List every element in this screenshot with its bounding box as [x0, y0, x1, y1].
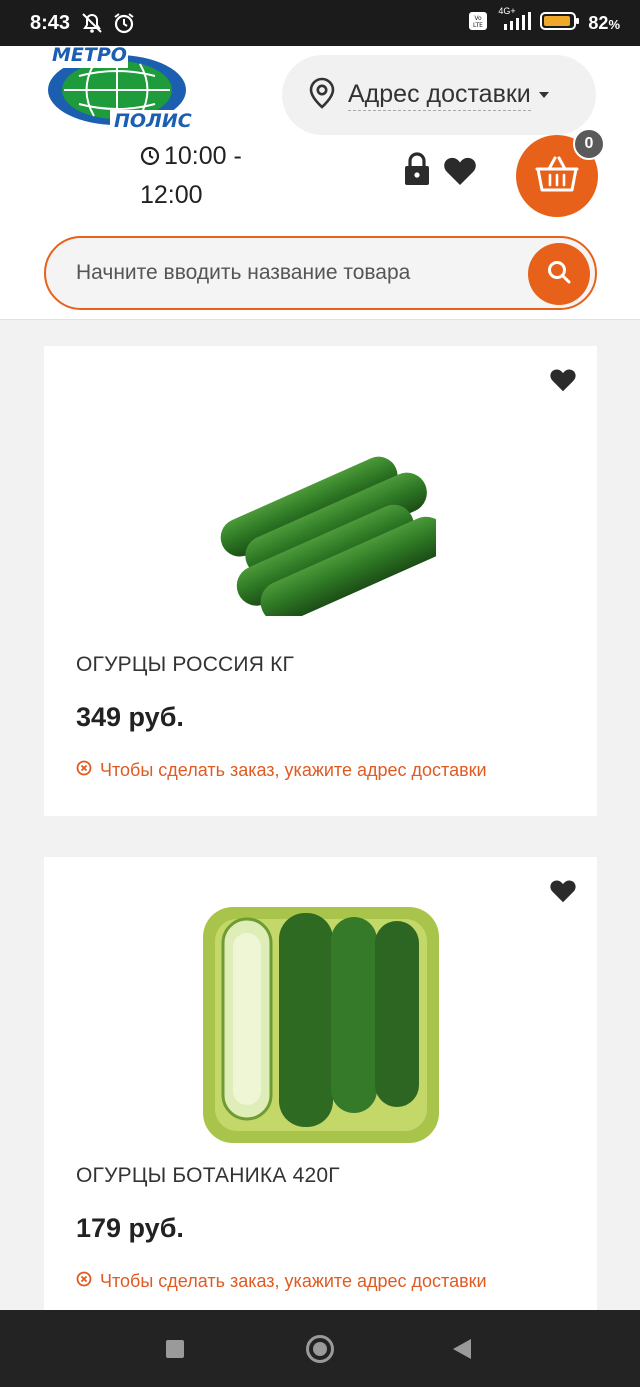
- search-button[interactable]: [528, 243, 590, 305]
- search-bar: [44, 236, 597, 310]
- back-button[interactable]: [453, 1339, 471, 1359]
- location-pin-icon: [308, 77, 336, 114]
- recent-apps-button[interactable]: [166, 1340, 184, 1358]
- product-name[interactable]: ОГУРЦЫ РОССИЯ КГ: [76, 653, 294, 677]
- product-card[interactable]: ОГУРЦЫ БОТАНИКА 420Г 179 руб. Чтобы сдел…: [44, 857, 597, 1327]
- battery-suffix: %: [608, 17, 620, 32]
- status-time: 8:43: [30, 12, 71, 34]
- delivery-warning-text: Чтобы сделать заказ, укажите адрес доста…: [100, 1271, 487, 1291]
- alarm-clock-icon: [112, 12, 136, 39]
- delivery-time-start: 10:00 -: [164, 142, 242, 170]
- volte-icon: Vo LTE: [468, 11, 488, 36]
- battery-icon: [540, 10, 580, 37]
- status-bar: 8:43 Vo LTE 4G+ 82%: [0, 0, 640, 46]
- chevron-down-icon: [538, 92, 549, 98]
- network-type: 4G+: [498, 6, 516, 16]
- delivery-time-end: 12:00: [140, 181, 203, 209]
- logo-text-top: МЕТРО: [52, 44, 127, 66]
- svg-text:Vo: Vo: [475, 15, 483, 22]
- battery-percent: 82%: [588, 13, 620, 34]
- lock-icon[interactable]: [404, 152, 430, 191]
- delivery-warning: Чтобы сделать заказ, укажите адрес доста…: [76, 1271, 487, 1292]
- metropolis-logo[interactable]: МЕТРО ПОЛИС: [44, 44, 192, 134]
- product-price: 349 руб.: [76, 702, 184, 732]
- product-name[interactable]: ОГУРЦЫ БОТАНИКА 420Г: [76, 1164, 340, 1188]
- status-icons-right: Vo LTE 4G+ 82%: [468, 6, 620, 37]
- error-circle-icon: [76, 760, 92, 781]
- favorites-heart-icon[interactable]: [443, 156, 477, 191]
- delivery-time: 10:00 - 12:00: [140, 138, 242, 214]
- system-navigation-bar: [0, 1310, 640, 1387]
- product-image-cucumbers[interactable]: [44, 426, 597, 616]
- clock-icon: [140, 140, 160, 177]
- home-button[interactable]: [306, 1335, 334, 1363]
- site-header: МЕТРО ПОЛИС Адрес доставки 10:00 - 12:00…: [0, 44, 640, 320]
- product-price: 179 руб.: [76, 1213, 184, 1243]
- product-card[interactable]: ОГУРЦЫ РОССИЯ КГ 349 руб. Чтобы сделать …: [44, 346, 597, 816]
- cart-count-badge: 0: [573, 128, 605, 160]
- status-icons-left: [80, 12, 136, 39]
- logo-text-bottom: ПОЛИС: [114, 110, 192, 132]
- add-to-favorites-heart-icon[interactable]: [549, 368, 577, 397]
- search-input[interactable]: [76, 238, 516, 308]
- mute-alarm-icon: [80, 12, 104, 39]
- delivery-address-selector[interactable]: Адрес доставки: [282, 55, 596, 135]
- signal-icon: 4G+: [496, 6, 532, 37]
- address-label: Адрес доставки: [348, 80, 531, 111]
- search-icon: [546, 259, 572, 290]
- product-image-cucumbers-tray[interactable]: [44, 903, 597, 1147]
- delivery-warning: Чтобы сделать заказ, укажите адрес доста…: [76, 760, 487, 781]
- basket-icon: [535, 155, 579, 198]
- error-circle-icon: [76, 1271, 92, 1292]
- battery-value: 82: [588, 13, 609, 33]
- delivery-warning-text: Чтобы сделать заказ, укажите адрес доста…: [100, 760, 487, 780]
- svg-text:LTE: LTE: [473, 22, 483, 29]
